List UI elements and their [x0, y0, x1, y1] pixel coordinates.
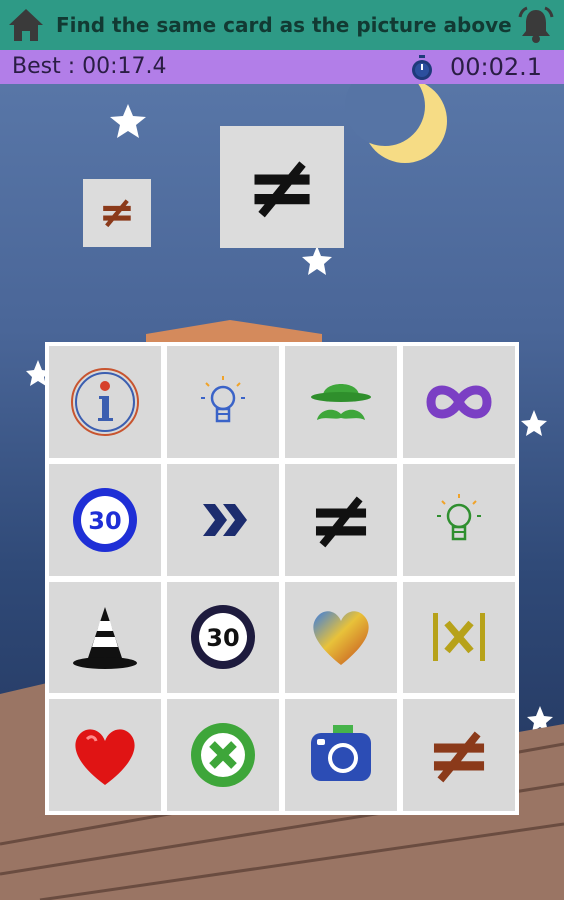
lightbulb-icon — [437, 493, 481, 540]
info-icon — [71, 367, 139, 436]
target-card[interactable]: ≠ — [220, 126, 344, 248]
grid-card[interactable] — [403, 581, 515, 694]
home-button[interactable] — [6, 6, 46, 44]
grid-card[interactable] — [49, 699, 161, 811]
bowler-hat-mustache-icon — [311, 383, 371, 420]
lightbulb-icon — [201, 375, 245, 423]
speed-limit-30-blue-icon: 30 — [73, 487, 137, 552]
grid-card[interactable] — [167, 463, 279, 576]
grid-card[interactable] — [285, 581, 397, 694]
svg-text:30: 30 — [206, 624, 239, 652]
hint-card: ≠ — [83, 179, 151, 247]
grid-card[interactable] — [49, 581, 161, 694]
stats-bar: Best : 00:17.4 00:02.1 — [0, 50, 564, 84]
not-equal-icon: ≠ — [98, 187, 136, 238]
grid-card[interactable]: 30 — [167, 581, 279, 694]
top-bar: Find the same card as the picture above — [0, 0, 564, 50]
alarm-button[interactable] — [516, 5, 556, 45]
rainbow-heart-icon — [313, 611, 369, 666]
grid-card[interactable] — [403, 346, 515, 458]
grid-card[interactable] — [49, 346, 161, 458]
double-chevron-right-icon — [203, 503, 247, 536]
grid-card[interactable] — [285, 699, 397, 811]
game-scene: ≠ ≠ 30 ≠ 30 ≠ — [0, 84, 564, 900]
grid-card[interactable]: ≠ — [403, 699, 515, 811]
stopwatch-icon — [412, 55, 432, 80]
traffic-cone-icon — [73, 607, 137, 670]
not-equal-icon: ≠ — [307, 472, 375, 566]
infinity-icon — [426, 385, 492, 419]
grid-card[interactable] — [285, 346, 397, 458]
green-x-circle-icon — [191, 723, 255, 788]
not-equal-icon: ≠ — [245, 135, 319, 238]
svg-text:30: 30 — [88, 507, 121, 535]
speed-limit-30-icon: 30 — [191, 605, 255, 670]
not-equal-icon: ≠ — [425, 708, 493, 802]
grid-card[interactable] — [403, 463, 515, 576]
grid-card[interactable] — [167, 699, 279, 811]
grid-card[interactable] — [167, 346, 279, 458]
card-grid: 30 ≠ 30 ≠ — [45, 342, 519, 815]
grid-card[interactable]: ≠ — [285, 463, 397, 576]
best-time: Best : 00:17.4 — [12, 54, 167, 79]
camera-icon — [311, 725, 371, 782]
elapsed-timer: 00:02.1 — [449, 53, 542, 81]
absolute-value-icon — [433, 613, 485, 662]
crescent-moon-icon — [345, 84, 447, 163]
instruction-title: Find the same card as the picture above — [56, 13, 512, 37]
grid-card[interactable]: 30 — [49, 463, 161, 576]
red-heart-icon — [75, 729, 135, 786]
home-icon — [9, 9, 43, 41]
alarm-bell-icon — [518, 6, 554, 43]
